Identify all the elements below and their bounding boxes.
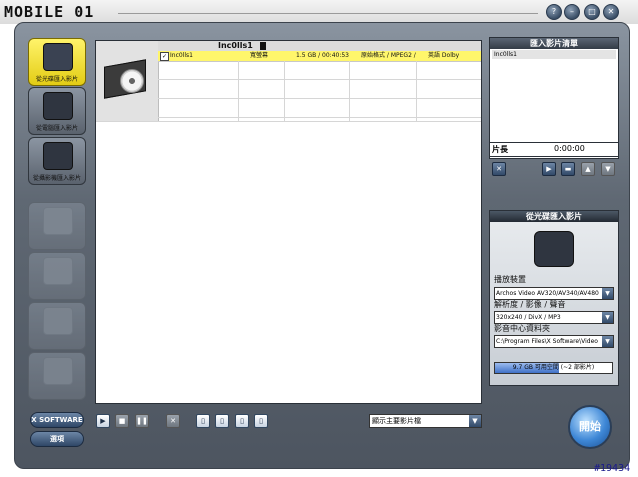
- mode-from-computer-button[interactable]: 從電腦匯入影片: [28, 87, 86, 135]
- view-filter-select[interactable]: 顯示主要影片檔 ▼: [369, 414, 482, 428]
- move-down-button[interactable]: ▼: [601, 162, 615, 176]
- minimize-button[interactable]: –: [564, 4, 580, 20]
- options-button[interactable]: 選項: [30, 431, 84, 447]
- device-label: 播放裝置: [494, 275, 526, 284]
- length-label: 片長: [492, 145, 508, 154]
- camcorder-icon: [43, 142, 73, 170]
- title-divider: [118, 13, 538, 14]
- maximize-button[interactable]: □: [584, 4, 600, 20]
- move-up-button[interactable]: ▲: [581, 162, 595, 176]
- row-aspect: 寬螢幕: [250, 52, 269, 59]
- folder-label: 影音中心資料夾: [494, 324, 550, 333]
- xsoftware-button[interactable]: X SOFTWARE: [30, 412, 84, 428]
- film-icon: [260, 42, 266, 50]
- length-row: 片長 0:00:00: [489, 142, 619, 157]
- import-list-title: 匯入影片清單: [490, 38, 618, 49]
- free-space-bar: 9.7 GB 可用空間 (~2 部影片): [494, 362, 613, 374]
- export-icon: [43, 357, 73, 385]
- column-divider: [349, 61, 350, 121]
- stop-button[interactable]: ■: [115, 414, 129, 428]
- mode-label: 從攝影機匯入影片: [32, 175, 81, 182]
- mode-label: 從光碟匯入影片: [35, 76, 78, 83]
- column-divider: [416, 61, 417, 121]
- step-edit-button: [28, 252, 86, 300]
- title-bar: MOBILE 01 ? – □ ✕: [0, 0, 638, 24]
- output-panel-title: 從光碟匯入影片: [490, 211, 618, 222]
- mode-label: 從電腦匯入影片: [35, 125, 78, 132]
- free-space-text: 9.7 GB 可用空間 (~2 部影片): [512, 364, 595, 371]
- start-button[interactable]: 開始: [568, 405, 612, 449]
- list-item[interactable]: Inc0lls1: [492, 50, 616, 59]
- clear-list-button[interactable]: ▬: [561, 162, 575, 176]
- step-export-button: [28, 352, 86, 400]
- table-row: [158, 80, 481, 99]
- dvd-disc-icon: [120, 69, 144, 93]
- row-name: Inc0lls1: [170, 52, 193, 59]
- edit-film-icon: [43, 257, 73, 285]
- remove-item-button[interactable]: ✕: [492, 162, 506, 176]
- file-list: Inc0lls1 ✓ Inc0lls1 寬螢幕 1.5 GB / 00:40:5…: [95, 40, 482, 404]
- table-row: [158, 61, 481, 80]
- step-burn-button: [28, 202, 86, 250]
- chevron-down-icon: ▼: [469, 415, 481, 427]
- chevron-down-icon: ▼: [602, 312, 613, 323]
- group-title: Inc0lls1: [218, 41, 253, 50]
- quality-value: 320x240 / DivX / MP3: [496, 314, 561, 321]
- view-large-button[interactable]: ▯: [235, 414, 249, 428]
- table-row: [158, 99, 481, 118]
- row-format: 原始格式 / MPEG2 /: [361, 52, 416, 59]
- chevron-down-icon: ▼: [602, 336, 613, 347]
- chevron-down-icon: ▼: [602, 288, 613, 299]
- import-list-panel: 匯入影片清單 Inc0lls1: [489, 37, 619, 159]
- column-divider: [238, 61, 239, 121]
- folder-value: C:\Program Files\X Software\Video W: [496, 338, 600, 345]
- help-button[interactable]: ?: [546, 4, 562, 20]
- row-audio: 英語 Dolby: [428, 52, 460, 59]
- app-window: MOBILE 01 ? – □ ✕ 從光碟匯入影片 從電腦匯入影片 從攝影機匯入…: [0, 0, 638, 477]
- app-logo: MOBILE 01: [4, 3, 95, 21]
- output-settings-panel: 從光碟匯入影片 播放裝置 Archos Video AV320/AV340/AV…: [489, 210, 619, 386]
- list-separator: [96, 121, 481, 122]
- computer-film-icon: [43, 92, 73, 120]
- row-checkbox[interactable]: ✓: [160, 52, 169, 61]
- view-medium-button[interactable]: ▯: [215, 414, 229, 428]
- view-xlarge-button[interactable]: ▯: [254, 414, 268, 428]
- burn-disc-icon: [43, 207, 73, 235]
- edit-notes-icon: [43, 307, 73, 335]
- view-filter-value: 顯示主要影片檔: [372, 417, 421, 425]
- step-notes-button: [28, 302, 86, 350]
- mode-from-disc-button[interactable]: 從光碟匯入影片: [28, 38, 86, 86]
- disc-mascot-icon: [43, 43, 73, 71]
- device-value: Archos Video AV320/AV340/AV480: [496, 290, 599, 297]
- close-button[interactable]: ✕: [603, 4, 619, 20]
- version-label: #19434: [594, 463, 631, 474]
- pause-button[interactable]: ❚❚: [135, 414, 149, 428]
- row-size-duration: 1.5 GB / 00:40:53: [296, 52, 349, 59]
- play-item-button[interactable]: ▶: [542, 162, 556, 176]
- play-button[interactable]: ▶: [96, 414, 110, 428]
- length-value: 0:00:00: [554, 144, 585, 153]
- column-divider: [284, 61, 285, 121]
- disc-mascot-icon: [534, 231, 574, 267]
- folder-select[interactable]: C:\Program Files\X Software\Video W ▼: [494, 335, 614, 348]
- delete-button[interactable]: ✕: [166, 414, 180, 428]
- mode-from-camcorder-button[interactable]: 從攝影機匯入影片: [28, 137, 86, 185]
- view-small-button[interactable]: ▯: [196, 414, 210, 428]
- disc-thumbnail: [96, 41, 159, 121]
- quality-label: 解析度 / 影像 / 聲音: [494, 300, 566, 309]
